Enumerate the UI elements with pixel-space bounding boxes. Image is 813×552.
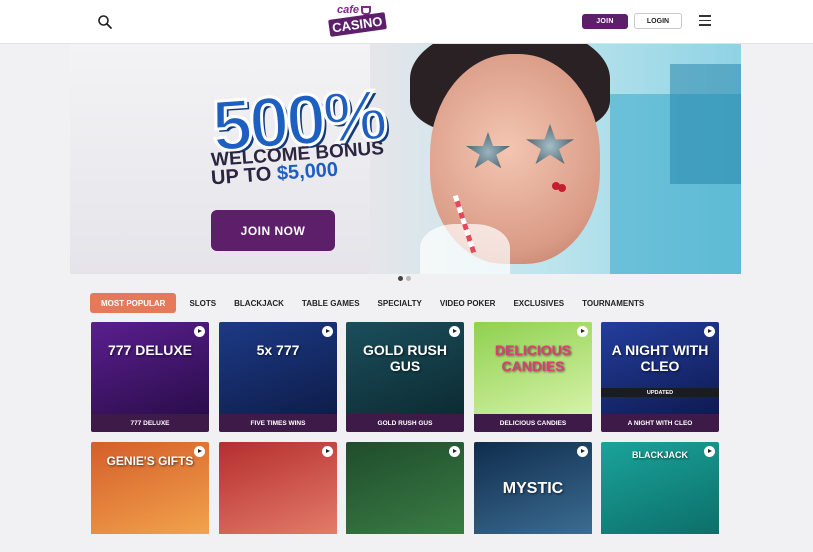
carousel-dots (398, 276, 411, 281)
join-now-button[interactable]: JOIN NOW (211, 210, 335, 251)
game-thumbnail (219, 322, 337, 414)
game-caption: FIVE TIMES WINS (219, 414, 337, 432)
play-icon[interactable] (449, 446, 460, 457)
play-icon[interactable] (322, 326, 333, 337)
game-thumbnail (91, 322, 209, 414)
hamburger-menu-icon[interactable] (699, 15, 711, 26)
tab-most-popular[interactable]: MOST POPULAR (90, 293, 177, 313)
tab-specialty[interactable]: SPECIALTY (369, 293, 431, 313)
game-caption: A NIGHT WITH CLEO (601, 414, 719, 432)
game-art-title: 5x 777 (256, 342, 300, 358)
logo-cafe-text: cafe (337, 4, 360, 16)
top-header: cafe CASINO JOIN LOGIN (0, 0, 813, 44)
login-button[interactable]: LOGIN (634, 13, 682, 29)
play-icon[interactable] (577, 446, 588, 457)
game-card[interactable]: DELICIOUS CANDIES DELICIOUS CANDIES (474, 322, 592, 432)
play-icon[interactable] (704, 326, 715, 337)
game-card[interactable] (219, 442, 337, 552)
game-art-title: GOLD RUSH GUS (363, 342, 447, 374)
game-art-title: DELICIOUS CANDIES (494, 342, 572, 374)
hero-banner[interactable]: 500% WELCOME BONUS UP TO $5,000 JOIN NOW (70, 44, 741, 274)
games-grid: 777 DELUXE 777 DELUXE 5x 777 FIVE TIMES … (91, 322, 721, 534)
game-art-title: MYSTIC (502, 480, 564, 497)
game-card[interactable]: 777 DELUXE 777 DELUXE (91, 322, 209, 432)
game-card[interactable]: A NIGHT WITH CLEO UPDATED A NIGHT WITH C… (601, 322, 719, 432)
join-button[interactable]: JOIN (582, 14, 628, 29)
play-icon[interactable] (194, 326, 205, 337)
search-icon[interactable] (97, 14, 113, 30)
game-caption: GOLD RUSH GUS (346, 414, 464, 432)
game-card[interactable]: GENIE'S GIFTS (91, 442, 209, 552)
game-card[interactable]: 5x 777 FIVE TIMES WINS (219, 322, 337, 432)
game-art-title: BLACKJACK (632, 450, 688, 460)
carousel-dot-2[interactable] (406, 276, 411, 281)
game-card[interactable]: BLACKJACK (601, 442, 719, 552)
updated-badge: UPDATED (601, 388, 719, 397)
game-art-title: 777 DELUXE (107, 342, 193, 358)
play-icon[interactable] (194, 446, 205, 457)
carousel-dot-1[interactable] (398, 276, 403, 281)
play-icon[interactable] (704, 446, 715, 457)
tab-table-games[interactable]: TABLE GAMES (293, 293, 369, 313)
cafe-casino-logo[interactable]: cafe CASINO (328, 4, 387, 38)
hero-bg-shape (670, 64, 741, 184)
game-art-title: GENIE'S GIFTS (106, 454, 194, 468)
game-caption: DELICIOUS CANDIES (474, 414, 592, 432)
tab-video-poker[interactable]: VIDEO POKER (431, 293, 505, 313)
play-icon[interactable] (449, 326, 460, 337)
game-caption: 777 DELUXE (91, 414, 209, 432)
tab-slots[interactable]: SLOTS (180, 293, 225, 313)
game-card[interactable] (346, 442, 464, 552)
tab-blackjack[interactable]: BLACKJACK (225, 293, 293, 313)
game-card[interactable]: GOLD RUSH GUS GOLD RUSH GUS (346, 322, 464, 432)
game-category-tabs: MOST POPULAR SLOTS BLACKJACK TABLE GAMES… (90, 293, 653, 313)
game-thumbnail (346, 442, 464, 534)
game-thumbnail (219, 442, 337, 534)
tab-exclusives[interactable]: EXCLUSIVES (504, 293, 573, 313)
cherry-earring (552, 182, 560, 190)
game-card[interactable]: MYSTIC (474, 442, 592, 552)
bonus-amount: $5,000 (276, 158, 339, 185)
play-icon[interactable] (577, 326, 588, 337)
tab-tournaments[interactable]: TOURNAMENTS (573, 293, 653, 313)
bonus-prefix: UP TO (210, 162, 278, 190)
play-icon[interactable] (322, 446, 333, 457)
game-art-title: A NIGHT WITH CLEO (611, 342, 709, 374)
